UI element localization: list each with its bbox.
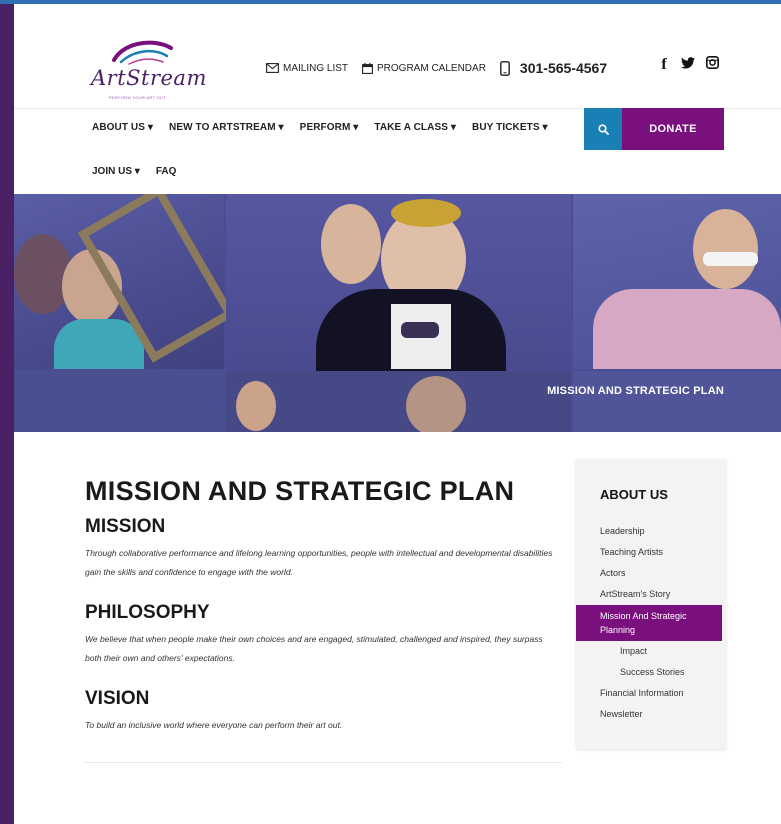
twitter-icon[interactable] <box>681 56 695 74</box>
sidebar-item-newsletter[interactable]: Newsletter <box>576 704 726 725</box>
philosophy-text: We believe that when people make their o… <box>85 634 543 663</box>
nav-item-faq[interactable]: FAQ <box>156 166 177 177</box>
social-links: f <box>657 56 719 74</box>
logo-tagline: PERFORM YOUR ART OUT <box>109 95 166 100</box>
chevron-down-icon: ▾ <box>147 122 154 133</box>
nav-item-join-us[interactable]: JOIN US ▾ <box>92 166 140 177</box>
mission-heading: MISSION <box>85 516 166 537</box>
mailing-list-link[interactable]: MAILING LIST <box>266 63 348 74</box>
hero-photo-4 <box>14 371 224 432</box>
main-nav: ABOUT US ▾ NEW TO ARTSTREAM ▾ PERFORM ▾ … <box>92 122 564 133</box>
left-edge-stripe <box>0 0 14 824</box>
page-title: MISSION AND STRATEGIC PLAN <box>85 476 515 506</box>
sidebar-menu: Leadership Teaching Artists Actors ArtSt… <box>576 521 726 725</box>
sidebar-item-success-stories[interactable]: Success Stories <box>576 662 726 683</box>
sidebar-item-financial-information[interactable]: Financial Information <box>576 683 726 704</box>
hero-photo-collage: MISSION AND STRATEGIC PLAN <box>14 194 781 432</box>
hero-caption: MISSION AND STRATEGIC PLAN <box>547 385 724 397</box>
mailing-list-label: MAILING LIST <box>283 62 349 74</box>
donate-button[interactable]: DONATE <box>622 108 724 150</box>
page: ArtStream PERFORM YOUR ART OUT MAILING L… <box>14 4 781 824</box>
search-icon <box>597 123 609 135</box>
content-divider <box>84 762 562 763</box>
phone-number: 301-565-4567 <box>519 60 608 76</box>
hero-photo-5 <box>226 371 571 432</box>
sidebar-title: ABOUT US <box>600 487 668 502</box>
about-us-sidebar: ABOUT US Leadership Teaching Artists Act… <box>576 459 726 749</box>
chevron-down-icon: ▾ <box>542 122 548 133</box>
artstream-logo[interactable]: ArtStream PERFORM YOUR ART OUT <box>89 38 209 108</box>
sidebar-item-artstreams-story[interactable]: ArtStream's Story <box>576 584 726 605</box>
utility-bar: MAILING LIST PROGRAM CALENDAR 301-565-45… <box>266 60 621 76</box>
vision-text: To build an inclusive world where everyo… <box>85 720 343 730</box>
hero-photo-6 <box>573 371 781 432</box>
facebook-icon[interactable]: f <box>657 56 671 74</box>
logo-swoosh-icon <box>112 40 173 65</box>
nav-item-take-a-class[interactable]: TAKE A CLASS ▾ <box>374 122 456 133</box>
nav-item-about-us[interactable]: ABOUT US ▾ <box>92 122 153 133</box>
vision-heading: VISION <box>85 688 150 709</box>
program-calendar-link[interactable]: PROGRAM CALENDAR <box>362 62 486 74</box>
logo-wordmark: ArtStream <box>91 66 207 90</box>
sidebar-item-impact[interactable]: Impact <box>576 641 726 662</box>
hero-photo-2 <box>226 194 571 374</box>
mobile-phone-icon <box>500 60 510 76</box>
program-calendar-label: PROGRAM CALENDAR <box>377 62 486 74</box>
philosophy-heading: PHILOSOPHY <box>85 602 210 623</box>
main-nav-row-2: JOIN US ▾ FAQ <box>92 166 192 177</box>
hero-photo-1 <box>14 194 236 369</box>
nav-item-new-to-artstream[interactable]: NEW TO ARTSTREAM ▾ <box>169 122 284 133</box>
sidebar-item-mission-and-strategic-planning[interactable]: Mission And Strategic Planning <box>576 605 722 641</box>
chevron-down-icon: ▾ <box>278 122 284 133</box>
mission-text: Through collaborative performance and li… <box>85 548 553 577</box>
sidebar-item-actors[interactable]: Actors <box>576 563 726 584</box>
nav-item-perform[interactable]: PERFORM ▾ <box>300 122 359 133</box>
nav-item-buy-tickets[interactable]: BUY TICKETS ▾ <box>472 122 548 133</box>
sidebar-item-leadership[interactable]: Leadership <box>576 521 726 542</box>
sidebar-item-teaching-artists[interactable]: Teaching Artists <box>576 542 726 563</box>
calendar-icon <box>362 62 373 74</box>
chevron-down-icon: ▾ <box>450 122 457 133</box>
chevron-down-icon: ▾ <box>353 122 359 133</box>
envelope-icon <box>266 63 279 73</box>
hero-photo-3 <box>573 194 781 369</box>
chevron-down-icon: ▾ <box>134 166 140 177</box>
search-button[interactable] <box>584 108 622 150</box>
phone-link[interactable]: 301-565-4567 <box>500 60 607 76</box>
instagram-icon[interactable] <box>705 56 719 74</box>
